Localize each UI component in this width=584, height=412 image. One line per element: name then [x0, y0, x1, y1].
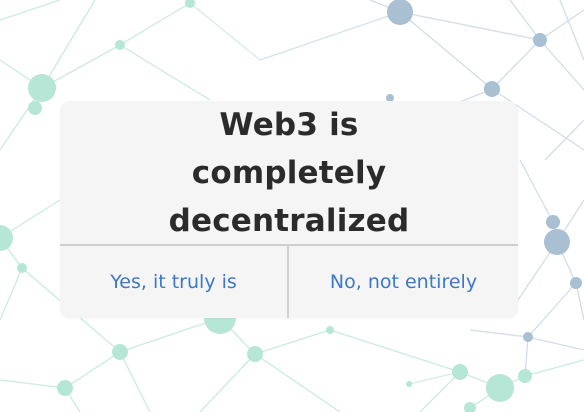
- quiz-screen: Web3 is completely decentralized Yes, it…: [0, 0, 584, 412]
- dialog-title: Web3 is completely decentralized: [168, 107, 410, 239]
- yes-button[interactable]: Yes, it truly is: [60, 246, 287, 318]
- dialog-title-container: Web3 is completely decentralized: [60, 101, 518, 245]
- no-button[interactable]: No, not entirely: [289, 246, 518, 318]
- quiz-dialog: Web3 is completely decentralized Yes, it…: [60, 101, 518, 318]
